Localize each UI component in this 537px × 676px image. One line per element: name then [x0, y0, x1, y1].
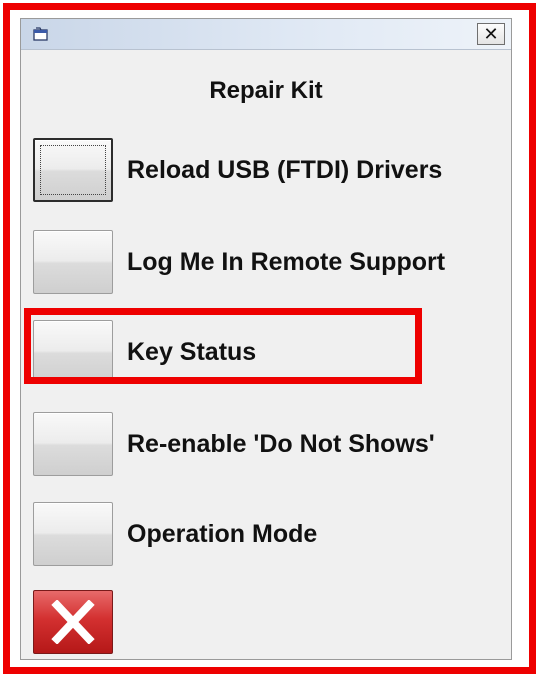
log-me-in-remote-support-button[interactable] [33, 230, 113, 294]
log-me-in-remote-support-label: Log Me In Remote Support [127, 247, 446, 276]
action-row-key-status: Key Status [33, 319, 256, 385]
key-status-button[interactable] [33, 320, 113, 384]
window-app-icon [33, 27, 48, 41]
exit-button[interactable] [33, 590, 113, 654]
key-status-label: Key Status [127, 337, 257, 366]
title-bar[interactable]: ✕ [21, 19, 511, 50]
operation-mode-button[interactable] [33, 502, 113, 566]
repair-kit-window: ✕ Repair Kit Reload USB (FTDI) Drivers L… [20, 18, 512, 660]
close-icon: ✕ [483, 23, 499, 45]
re-enable-do-not-shows-label: Re-enable 'Do Not Shows' [127, 429, 435, 458]
close-button[interactable]: ✕ [477, 23, 505, 45]
operation-mode-label: Operation Mode [127, 519, 318, 548]
dialog-title: Repair Kit [209, 77, 323, 104]
action-row-operation-mode: Operation Mode [33, 501, 317, 567]
action-row-exit [33, 589, 113, 655]
action-row-reload-usb: Reload USB (FTDI) Drivers [33, 137, 442, 203]
re-enable-do-not-shows-button[interactable] [33, 412, 113, 476]
action-row-re-enable: Re-enable 'Do Not Shows' [33, 411, 435, 477]
red-x-icon [51, 600, 95, 644]
reload-usb-drivers-button[interactable] [33, 138, 113, 202]
reload-usb-drivers-label: Reload USB (FTDI) Drivers [127, 155, 443, 184]
action-row-log-me-in: Log Me In Remote Support [33, 229, 445, 295]
